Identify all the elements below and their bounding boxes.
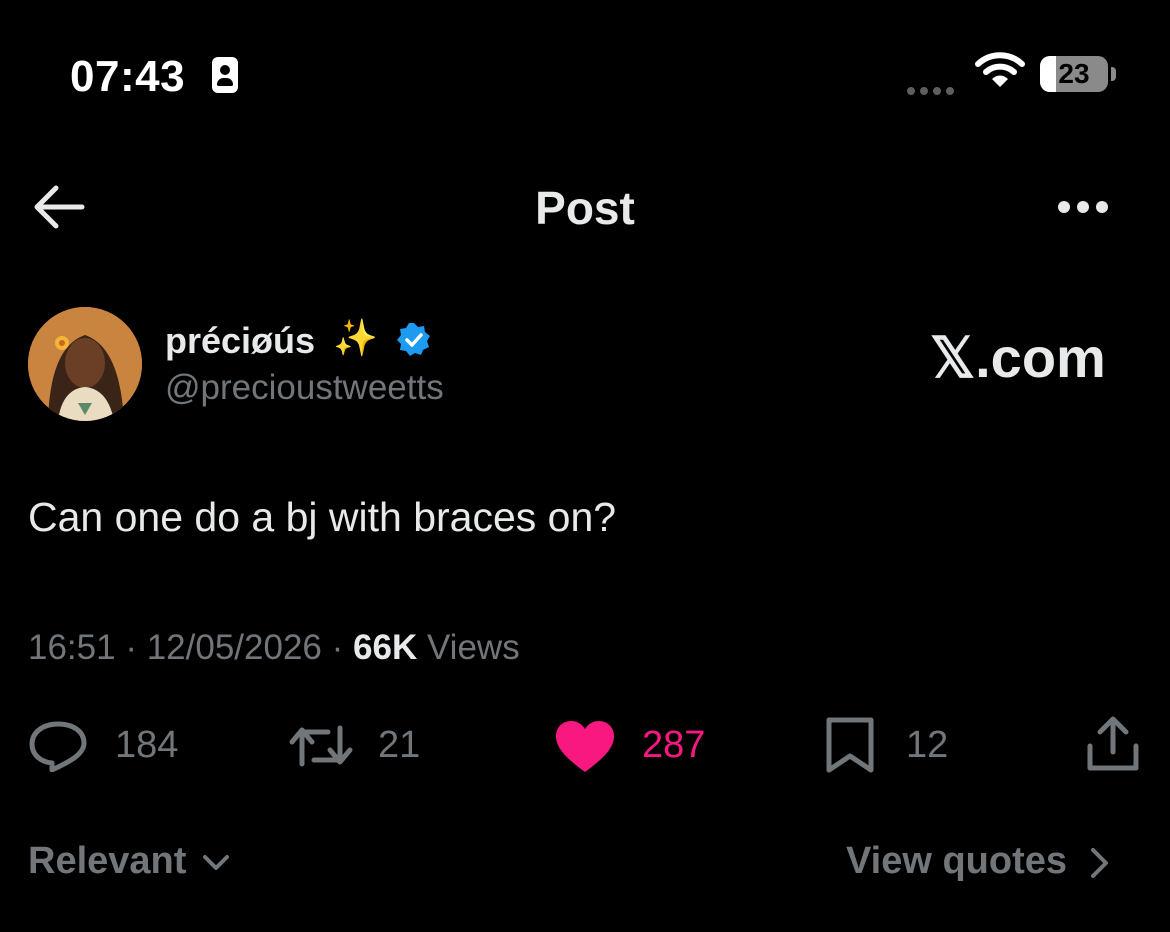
like-count[interactable]: 287 — [642, 724, 705, 767]
reply-count[interactable]: 184 — [115, 724, 178, 767]
sparkles-emoji: ✨ — [333, 317, 378, 358]
tweet-date: 12/05/2026 — [146, 628, 322, 667]
tweet-time: 16:51 — [28, 628, 116, 667]
avatar[interactable] — [28, 307, 142, 421]
chevron-right-icon — [1090, 847, 1108, 878]
page-title: Post — [535, 182, 635, 234]
author-handle[interactable]: @precioustweetts — [165, 368, 444, 408]
battery-tip — [1111, 67, 1116, 81]
cellular-signal-icon — [907, 82, 959, 100]
tweet-text: Can one do a bj with braces on? — [28, 494, 617, 540]
status-time: 07:43 — [70, 52, 186, 101]
repost-icon[interactable] — [288, 722, 354, 770]
reply-icon[interactable] — [28, 720, 88, 772]
contact-card-icon — [212, 57, 238, 93]
battery-level: 23 — [1058, 58, 1090, 89]
tweet-meta: 16:51 · 12/05/2026 · 66K Views — [28, 628, 520, 668]
meta-separator: · — [331, 628, 344, 667]
view-quotes-link[interactable]: View quotes — [846, 840, 1112, 883]
view-quotes-label: View quotes — [846, 840, 1068, 882]
sort-label: Relevant — [28, 840, 187, 882]
wifi-icon — [975, 52, 1025, 87]
sort-relevant-dropdown[interactable]: Relevant — [28, 840, 231, 883]
views-count: 66K — [353, 628, 418, 667]
repost-count[interactable]: 21 — [378, 724, 420, 767]
verified-badge-icon — [397, 323, 430, 356]
battery-indicator: 23 — [1040, 56, 1108, 92]
more-options-icon[interactable] — [1058, 200, 1115, 218]
x-com-watermark: 𝕏.com — [930, 326, 1106, 389]
bookmark-icon[interactable] — [824, 716, 876, 774]
meta-separator: · — [125, 628, 137, 667]
bookmark-count[interactable]: 12 — [906, 724, 948, 767]
share-icon[interactable] — [1086, 716, 1140, 772]
heart-icon[interactable] — [554, 720, 616, 774]
chevron-down-icon — [202, 854, 229, 870]
author-name[interactable]: préciøús — [165, 320, 315, 362]
views-label[interactable]: Views — [427, 628, 520, 667]
